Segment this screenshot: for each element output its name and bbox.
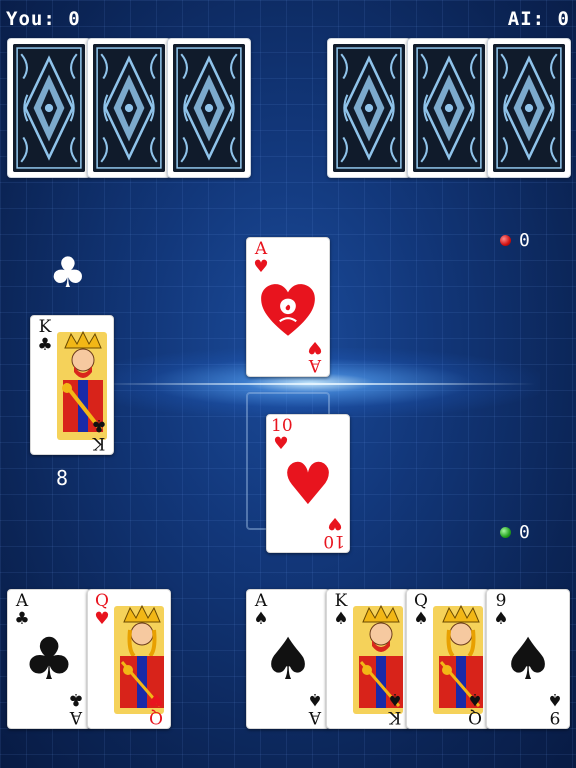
heart-pip-icon: ♥ [282, 450, 334, 518]
card-rank: 9 [495, 591, 507, 611]
left-pile-card[interactable]: K ♣ K ♣ [30, 315, 114, 455]
card-back-pattern [333, 44, 405, 172]
card-suit: ♥ [148, 689, 164, 709]
hand-card[interactable]: Q ♥ Q ♥ [87, 589, 171, 729]
card-back-pattern [413, 44, 485, 172]
suit-pip-icon: ♣ [23, 625, 75, 693]
heart-ornate-pip-icon [247, 272, 329, 342]
green-dot-icon [500, 527, 511, 538]
card-corner-top: K ♠ [331, 593, 351, 628]
card-rank: A [308, 707, 322, 727]
card-rank: K [334, 591, 348, 611]
hand-card[interactable]: K ♠ K ♠ [326, 589, 410, 729]
card-suit: ♥ [94, 609, 110, 629]
card-rank: K [388, 707, 402, 727]
player-trick-indicator: 0 [500, 522, 530, 543]
left-pile-count: 8 [56, 466, 69, 490]
card-corner-top: Q ♥ [92, 593, 112, 628]
card-suit: ♠ [387, 689, 403, 709]
suit-pip-icon: ♠ [262, 625, 314, 693]
card-corner-bottom: K ♠ [385, 689, 405, 727]
card-rank: A [69, 707, 83, 727]
card-back-pattern [13, 44, 85, 172]
card-corner-bottom: 10 ♥ [323, 513, 345, 551]
card-corner-bottom: A ♠ [305, 689, 325, 727]
table-glow-line [95, 383, 535, 385]
card-rank: Q [95, 591, 109, 611]
card-suit: ♠ [467, 689, 483, 709]
hand-card[interactable]: A ♣ ♣ A ♣ [7, 589, 91, 729]
opponent-card-back [327, 38, 411, 178]
card-corner-top: 9 ♠ [491, 593, 511, 628]
ai-score: AI: 0 [507, 8, 570, 30]
card-corner-top: Q ♠ [411, 593, 431, 628]
opponent-trick-count: 0 [519, 230, 530, 251]
card-corner-top: A ♣ [12, 593, 32, 628]
opponent-trick-indicator: 0 [500, 230, 530, 251]
card-corner-top: A ♠ [251, 593, 271, 628]
opponent-card-back [7, 38, 91, 178]
card-corner-top: 10 ♥ [271, 416, 293, 454]
card-rank: A [15, 591, 29, 611]
hand-card[interactable]: 9 ♠ ♠ 9 ♠ [486, 589, 570, 729]
card-suit: ♠ [413, 609, 429, 629]
card-rank: Q [414, 591, 428, 611]
card-corner-bottom: Q ♠ [465, 689, 485, 727]
card-rank: Q [468, 707, 482, 727]
hand-card[interactable]: Q ♠ Q ♠ [406, 589, 490, 729]
trick-card-bottom: 10 ♥ ♥ 10 ♥ [266, 414, 350, 553]
opponent-card-back [87, 38, 171, 178]
card-suit: ♠ [547, 689, 563, 709]
suit-pip-icon: ♠ [502, 625, 554, 693]
opponent-card-back [407, 38, 491, 178]
card-corner-bottom: K ♣ [91, 415, 107, 453]
card-corner-bottom: A ♥ [307, 337, 323, 375]
card-rank: Q [149, 707, 163, 727]
player-trick-count: 0 [519, 522, 530, 543]
card-suit: ♠ [333, 609, 349, 629]
card-corner-bottom: A ♣ [66, 689, 86, 727]
card-corner-top: K ♣ [37, 317, 53, 355]
card-rank: A [254, 591, 268, 611]
card-corner-bottom: 9 ♠ [545, 689, 565, 727]
card-suit: ♣ [68, 689, 84, 709]
opponent-card-back [487, 38, 571, 178]
card-corner-bottom: Q ♥ [146, 689, 166, 727]
card-corner-top: A ♥ [253, 239, 269, 277]
card-back-pattern [173, 44, 245, 172]
trick-card-top: A ♥ A ♥ [246, 237, 330, 377]
lead-suit-icon: ♣ [49, 248, 87, 297]
opponent-card-back [167, 38, 251, 178]
card-rank: 9 [549, 707, 561, 727]
red-dot-icon [500, 235, 511, 246]
card-back-pattern [493, 44, 565, 172]
hand-card[interactable]: A ♠ ♠ A ♠ [246, 589, 330, 729]
card-back-pattern [93, 44, 165, 172]
player-score: You: 0 [6, 8, 81, 30]
card-suit: ♠ [307, 689, 323, 709]
